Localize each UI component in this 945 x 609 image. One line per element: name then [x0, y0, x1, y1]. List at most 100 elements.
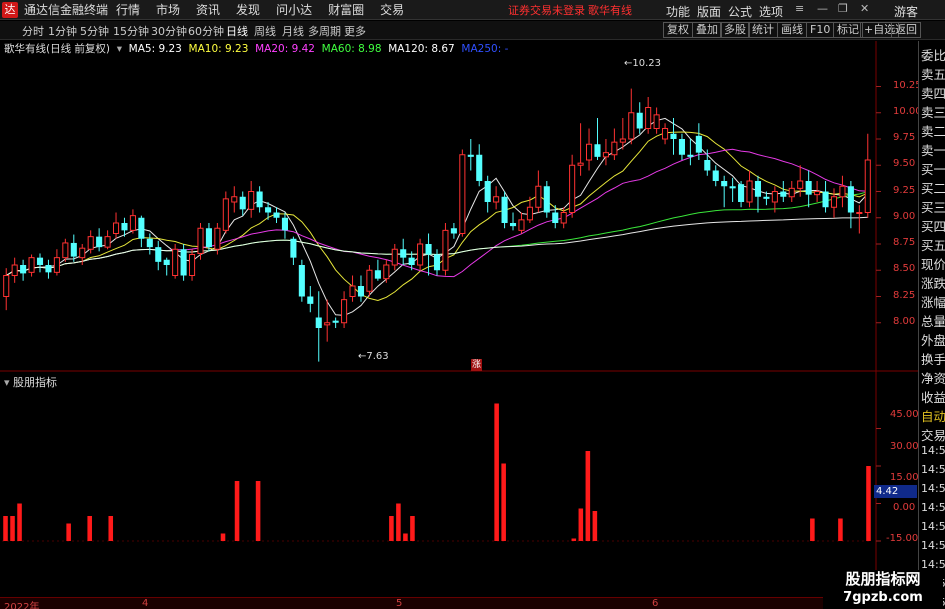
candle-body: [535, 185, 542, 208]
candle-body: [36, 257, 44, 265]
candle-body: [349, 285, 356, 297]
price-tick: 8.00: [893, 315, 916, 327]
candle-body: [856, 212, 863, 214]
tool-tongji[interactable]: 统计: [748, 22, 778, 38]
sidebar-item[interactable]: 14:56: [921, 539, 945, 552]
candle-body: [332, 320, 339, 323]
candle-body: [518, 219, 525, 231]
tool-fuquan[interactable]: 复权: [663, 22, 693, 38]
sidebar-item[interactable]: 买四: [921, 216, 945, 235]
sidebar-item[interactable]: 买五: [921, 235, 945, 254]
candle-body: [493, 196, 500, 203]
period-monthly[interactable]: 月线: [282, 23, 304, 39]
candle-body: [847, 186, 854, 213]
candle-body: [96, 236, 103, 248]
candle-body: [662, 128, 669, 140]
period-15min[interactable]: 15分钟: [113, 23, 149, 39]
candle-body: [180, 249, 187, 276]
candle-body: [577, 162, 584, 166]
limit-up-marker[interactable]: 涨: [471, 359, 482, 371]
sidebar-item[interactable]: 现价: [921, 254, 945, 273]
menu-icon[interactable]: ≡: [795, 2, 804, 15]
sub-chart-title[interactable]: ▾ 股朋指标: [4, 374, 57, 390]
period-1min[interactable]: 1分钟: [48, 23, 77, 39]
sidebar-item[interactable]: 涨跌: [921, 273, 945, 292]
candle-body: [87, 236, 94, 250]
date-tick: 5: [396, 598, 403, 609]
sidebar-item[interactable]: 卖二: [921, 121, 945, 140]
tool-biaoji[interactable]: 标记: [833, 22, 863, 38]
candle-body: [788, 187, 795, 198]
sidebar-item[interactable]: 自动: [921, 406, 945, 425]
sidebar-item[interactable]: 14:56: [921, 501, 945, 514]
sidebar-item[interactable]: 卖一: [921, 140, 945, 159]
sub-chart-expand-icon[interactable]: ▾: [4, 376, 13, 389]
menu-caifuquan[interactable]: 财富圈: [328, 1, 364, 18]
menu-wenxiaoda[interactable]: 问小达: [276, 1, 312, 18]
tool-diejia[interactable]: 叠加: [692, 22, 722, 38]
period-toolbar: 分时 1分钟 5分钟 15分钟 30分钟 60分钟 日线 周线 月线 多周期 更…: [0, 21, 945, 40]
legend-expand-icon[interactable]: ▾: [113, 43, 125, 55]
sidebar-item[interactable]: 14:56: [921, 482, 945, 495]
period-more[interactable]: 更多: [344, 23, 366, 39]
tool-huaxian[interactable]: 画线: [777, 22, 807, 38]
sidebar-item[interactable]: 交易: [921, 425, 945, 444]
menu-hangqing[interactable]: 行情: [116, 1, 140, 18]
menu-banmian[interactable]: 版面: [697, 3, 721, 20]
kline-chart-canvas[interactable]: [0, 0, 945, 609]
menu-xuanxiang[interactable]: 选项: [759, 3, 783, 20]
sidebar-item[interactable]: 买一: [921, 159, 945, 178]
maximize-icon[interactable]: ❐: [838, 2, 848, 15]
menu-faxian[interactable]: 发现: [236, 1, 260, 18]
indicator-bar: [389, 516, 394, 541]
sidebar-item[interactable]: 14:56: [921, 520, 945, 533]
period-30min[interactable]: 30分钟: [151, 23, 187, 39]
candlestick-series: [3, 88, 871, 362]
close-icon[interactable]: ✕: [860, 2, 869, 15]
tool-f10[interactable]: F10: [806, 22, 835, 38]
tool-duogu[interactable]: 多股: [720, 22, 750, 38]
indicator-bar: [578, 508, 584, 541]
legend-ma5: MA5: 9.23: [128, 43, 182, 55]
candle-body: [509, 223, 517, 227]
candle-body: [400, 249, 407, 258]
login-status[interactable]: 证券交易未登录: [508, 2, 585, 18]
sidebar-item[interactable]: 净资: [921, 368, 945, 387]
candle-body: [197, 227, 204, 254]
guest-user[interactable]: 游客: [894, 3, 918, 20]
menu-shichang[interactable]: 市场: [156, 1, 180, 18]
indicator-bar: [396, 503, 401, 541]
tool-back[interactable]: 返回: [891, 22, 921, 38]
sidebar-item[interactable]: 卖四: [921, 83, 945, 102]
menu-jiaoyi[interactable]: 交易: [380, 1, 404, 18]
sidebar-item[interactable]: 卖三: [921, 102, 945, 121]
menu-zixun[interactable]: 资讯: [196, 1, 220, 18]
candle-body: [501, 196, 508, 223]
sidebar-item[interactable]: 14:56: [921, 463, 945, 476]
period-daily[interactable]: 日线: [226, 23, 248, 39]
period-60min[interactable]: 60分钟: [188, 23, 224, 39]
indicator-bar: [66, 523, 71, 541]
sidebar-item[interactable]: 买二: [921, 178, 945, 197]
period-multi[interactable]: 多周期: [308, 23, 341, 39]
legend-title[interactable]: 歌华有线(日线 前复权): [4, 43, 110, 55]
sidebar-item[interactable]: 收益: [921, 387, 945, 406]
sidebar-item[interactable]: 外盘: [921, 330, 945, 349]
indicator-bar: [810, 518, 815, 541]
sidebar-item[interactable]: 买三: [921, 197, 945, 216]
sidebar-item[interactable]: 涨幅: [921, 292, 945, 311]
sidebar-item[interactable]: 卖五: [921, 64, 945, 83]
sidebar-item[interactable]: 委比: [921, 45, 945, 64]
indicator-bar: [10, 516, 15, 541]
candle-body: [687, 154, 694, 157]
period-weekly[interactable]: 周线: [254, 23, 276, 39]
menu-gongneng[interactable]: 功能: [666, 3, 690, 20]
sidebar-item[interactable]: 总量: [921, 311, 945, 330]
sidebar-item[interactable]: 14:56: [921, 444, 945, 457]
menu-gongshi[interactable]: 公式: [728, 3, 752, 20]
legend-ma120: MA120: 8.67: [388, 43, 455, 55]
minimize-icon[interactable]: —: [817, 2, 828, 15]
period-fenshi[interactable]: 分时: [22, 23, 44, 39]
sidebar-item[interactable]: 换手: [921, 349, 945, 368]
period-5min[interactable]: 5分钟: [80, 23, 109, 39]
